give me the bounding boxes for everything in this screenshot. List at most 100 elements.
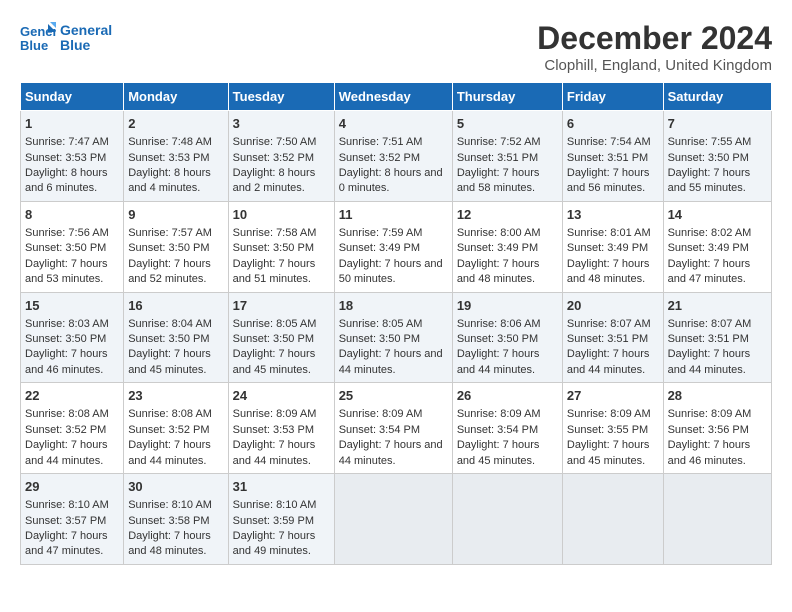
sunrise-text: Sunrise: 8:05 AM [233, 318, 317, 330]
day-number: 6 [567, 115, 659, 133]
sunset-text: Sunset: 3:50 PM [25, 333, 106, 345]
sunrise-text: Sunrise: 8:07 AM [668, 318, 752, 330]
sunset-text: Sunset: 3:49 PM [339, 242, 420, 254]
calendar-cell: 9Sunrise: 7:57 AMSunset: 3:50 PMDaylight… [124, 201, 228, 292]
sunrise-text: Sunrise: 8:10 AM [233, 499, 317, 511]
sunset-text: Sunset: 3:56 PM [668, 424, 749, 436]
calendar-cell: 17Sunrise: 8:05 AMSunset: 3:50 PMDayligh… [228, 292, 334, 383]
day-number: 16 [128, 297, 223, 315]
sunset-text: Sunset: 3:49 PM [567, 242, 648, 254]
day-number: 5 [457, 115, 558, 133]
calendar-cell [562, 474, 663, 565]
daylight-text: Daylight: 7 hours and 46 minutes. [25, 348, 108, 375]
header-day-saturday: Saturday [663, 83, 771, 111]
day-number: 2 [128, 115, 223, 133]
sunrise-text: Sunrise: 8:10 AM [128, 499, 212, 511]
sunset-text: Sunset: 3:52 PM [25, 424, 106, 436]
day-number: 7 [668, 115, 767, 133]
week-row-1: 1Sunrise: 7:47 AMSunset: 3:53 PMDaylight… [21, 111, 772, 202]
day-number: 28 [668, 387, 767, 405]
sunset-text: Sunset: 3:50 PM [668, 152, 749, 164]
daylight-text: Daylight: 7 hours and 44 minutes. [668, 348, 751, 375]
daylight-text: Daylight: 7 hours and 44 minutes. [339, 439, 443, 466]
day-number: 19 [457, 297, 558, 315]
daylight-text: Daylight: 7 hours and 45 minutes. [128, 348, 211, 375]
daylight-text: Daylight: 7 hours and 45 minutes. [457, 439, 540, 466]
sunrise-text: Sunrise: 8:09 AM [567, 408, 651, 420]
sunrise-text: Sunrise: 8:09 AM [457, 408, 541, 420]
calendar-cell: 13Sunrise: 8:01 AMSunset: 3:49 PMDayligh… [562, 201, 663, 292]
day-number: 24 [233, 387, 330, 405]
sunrise-text: Sunrise: 8:00 AM [457, 227, 541, 239]
sunset-text: Sunset: 3:50 PM [128, 333, 209, 345]
calendar-cell: 15 Sunrise: 8:03 AM Sunset: 3:50 PM Dayligh… [21, 292, 124, 383]
sunset-text: Sunset: 3:51 PM [457, 152, 538, 164]
day-number: 14 [668, 206, 767, 224]
sunset-text: Sunset: 3:52 PM [339, 152, 420, 164]
sunset-text: Sunset: 3:53 PM [128, 152, 209, 164]
daylight-text: Daylight: 7 hours and 45 minutes. [567, 439, 650, 466]
day-number: 8 [25, 206, 119, 224]
calendar-cell: 7Sunrise: 7:55 AMSunset: 3:50 PMDaylight… [663, 111, 771, 202]
calendar-cell: 8Sunrise: 7:56 AMSunset: 3:50 PMDaylight… [21, 201, 124, 292]
sunrise-text: Sunrise: 8:02 AM [668, 227, 752, 239]
calendar-cell: 11Sunrise: 7:59 AMSunset: 3:49 PMDayligh… [334, 201, 452, 292]
sunset-text: Sunset: 3:58 PM [128, 515, 209, 527]
calendar-cell [663, 474, 771, 565]
calendar-cell: 20Sunrise: 8:07 AMSunset: 3:51 PMDayligh… [562, 292, 663, 383]
sunrise-text: Sunrise: 8:09 AM [339, 408, 423, 420]
page-header: General Blue General Blue December 2024 … [20, 20, 772, 74]
calendar-cell: 30Sunrise: 8:10 AMSunset: 3:58 PMDayligh… [124, 474, 228, 565]
sunset-text: Sunset: 3:52 PM [128, 424, 209, 436]
day-number: 10 [233, 206, 330, 224]
calendar-cell: 10Sunrise: 7:58 AMSunset: 3:50 PMDayligh… [228, 201, 334, 292]
daylight-text: Daylight: 7 hours and 47 minutes. [668, 258, 751, 285]
sunset-text: Sunset: 3:54 PM [339, 424, 420, 436]
sunset-text: Sunset: 3:52 PM [233, 152, 314, 164]
svg-text:Blue: Blue [20, 38, 48, 53]
sunrise-text: Sunrise: 7:59 AM [339, 227, 423, 239]
header-day-thursday: Thursday [452, 83, 562, 111]
sunrise-text: Sunrise: 7:55 AM [668, 136, 752, 148]
calendar-cell: 21Sunrise: 8:07 AMSunset: 3:51 PMDayligh… [663, 292, 771, 383]
daylight-text: Daylight: 8 hours and 4 minutes. [128, 167, 211, 194]
sunrise-text: Sunrise: 8:04 AM [128, 318, 212, 330]
sunset-text: Sunset: 3:54 PM [457, 424, 538, 436]
daylight-text: Daylight: 7 hours and 48 minutes. [567, 258, 650, 285]
sunset-text: Sunset: 3:49 PM [457, 242, 538, 254]
sunrise-text: Sunrise: 7:52 AM [457, 136, 541, 148]
calendar-cell [452, 474, 562, 565]
logo-icon: General Blue [20, 20, 56, 56]
logo-text: General Blue [60, 23, 112, 54]
calendar-cell: 24Sunrise: 8:09 AMSunset: 3:53 PMDayligh… [228, 383, 334, 474]
calendar-cell: 12Sunrise: 8:00 AMSunset: 3:49 PMDayligh… [452, 201, 562, 292]
day-number: 30 [128, 478, 223, 496]
daylight-text: Daylight: 7 hours and 44 minutes. [567, 348, 650, 375]
daylight-text: Daylight: 7 hours and 46 minutes. [668, 439, 751, 466]
sunset-text: Sunset: 3:50 PM [339, 333, 420, 345]
sunrise-text: Sunrise: 8:01 AM [567, 227, 651, 239]
day-number: 12 [457, 206, 558, 224]
daylight-text: Daylight: 7 hours and 49 minutes. [233, 530, 316, 557]
sunrise-text: Sunrise: 7:58 AM [233, 227, 317, 239]
daylight-text: Daylight: 7 hours and 44 minutes. [25, 439, 108, 466]
calendar-cell: 22Sunrise: 8:08 AMSunset: 3:52 PMDayligh… [21, 383, 124, 474]
calendar-cell: 19Sunrise: 8:06 AMSunset: 3:50 PMDayligh… [452, 292, 562, 383]
header-row: SundayMondayTuesdayWednesdayThursdayFrid… [21, 83, 772, 111]
page-title: December 2024 [537, 20, 772, 57]
calendar-cell: 29Sunrise: 8:10 AMSunset: 3:57 PMDayligh… [21, 474, 124, 565]
sunset-text: Sunset: 3:55 PM [567, 424, 648, 436]
day-number: 9 [128, 206, 223, 224]
sunrise-text: Sunrise: 8:06 AM [457, 318, 541, 330]
sunrise-text: Sunrise: 8:08 AM [25, 408, 109, 420]
daylight-text: Daylight: 7 hours and 51 minutes. [233, 258, 316, 285]
day-number: 15 [25, 297, 119, 315]
header-day-wednesday: Wednesday [334, 83, 452, 111]
sunrise-text: Sunrise: 8:08 AM [128, 408, 212, 420]
sunrise-text: Sunrise: 8:03 AM [25, 318, 109, 330]
day-number: 20 [567, 297, 659, 315]
week-row-5: 29Sunrise: 8:10 AMSunset: 3:57 PMDayligh… [21, 474, 772, 565]
day-number: 17 [233, 297, 330, 315]
sunrise-text: Sunrise: 8:09 AM [233, 408, 317, 420]
day-number: 29 [25, 478, 119, 496]
